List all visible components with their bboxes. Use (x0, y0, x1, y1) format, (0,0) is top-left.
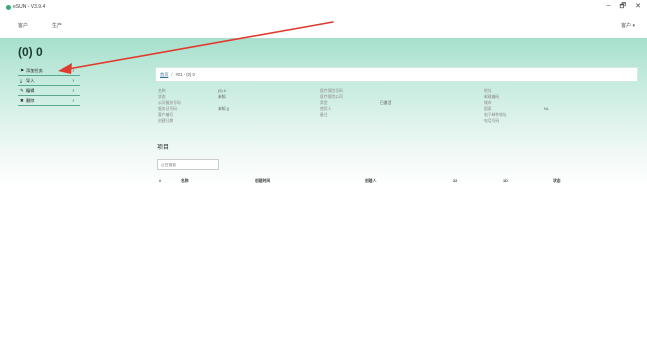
breadcrumb: 首页 / #21 - (0) 0 (155, 67, 638, 82)
detail-value: (0) 0 (218, 89, 226, 93)
chevron-right-icon: › (72, 77, 74, 84)
detail-value: 未知 (218, 95, 226, 99)
detail-label: 国家 (484, 107, 492, 111)
detail-value: 未知 () (218, 107, 230, 111)
app-title: eSUN - V3.9.4 (6, 4, 45, 10)
app-title-text: eSUN - V3.9.4 (13, 4, 46, 10)
window-titlebar: eSUN - V3.9.4 – 🗗 ✕ (0, 0, 647, 14)
column-header[interactable]: 创建时间 (255, 179, 270, 184)
detail-label: 地址 (484, 89, 492, 93)
customer-details: 名称 (0) 0 状态 未知 公司服务号码 服务证号码 未知 () 客户编号 创… (158, 89, 628, 139)
column-header[interactable]: 22 (453, 179, 457, 183)
detail-value: NL (544, 107, 549, 111)
menu-item-production[interactable]: 生产 (52, 22, 62, 29)
breadcrumb-home-link[interactable]: 首页 (160, 72, 168, 78)
projects-search-input[interactable] (157, 159, 219, 170)
detail-label: 客户编号 (158, 113, 174, 117)
detail-label: 城市 (484, 101, 492, 105)
chevron-right-icon: › (72, 67, 74, 74)
detail-value: 已激活 (380, 101, 392, 105)
minimize-icon[interactable]: – (607, 2, 611, 13)
detail-label: 备注 (320, 113, 328, 117)
menu-item-customers[interactable]: 客户 (18, 22, 28, 29)
sidebar-item-import[interactable]: ⤓ 导入 › (18, 76, 80, 86)
detail-label: 医疗保险公司 (320, 95, 343, 99)
detail-label: 类型 (320, 101, 328, 105)
sidebar-item-delete[interactable]: ✖ 删除 › (18, 96, 80, 106)
sidebar-item-add-task[interactable]: ⚑ 添加任务 › (18, 66, 80, 76)
column-header[interactable]: 状态 (553, 179, 561, 184)
detail-label: 创建日期 (158, 119, 174, 123)
detail-label: 医疗保险号码 (320, 89, 343, 93)
chevron-right-icon: › (72, 97, 74, 104)
sidebar-item-edit[interactable]: ✎ 编辑 › (18, 86, 80, 96)
sidebar-item-label: 编辑 (26, 87, 35, 93)
sidebar-item-label: 添加任务 (26, 67, 43, 73)
column-header[interactable]: 名称 (181, 179, 189, 184)
main-content: (0) 0 ⚑ 添加任务 › ⤓ 导入 › ✎ 编辑 › ✖ 删除 › 首页 /… (0, 38, 647, 358)
page-title: (0) 0 (18, 45, 43, 59)
detail-label: 电话号码 (484, 119, 500, 123)
column-header[interactable]: 创建人 (365, 179, 376, 184)
projects-table-header: # 名称 创建时间 创建人 22 1D 状态 (157, 179, 627, 187)
sidebar-item-label: 删除 (26, 97, 35, 103)
window-controls: – 🗗 ✕ (607, 2, 641, 13)
app-logo-icon (6, 4, 11, 10)
breadcrumb-current: #21 - (0) 0 (175, 72, 195, 77)
detail-label: 状态 (158, 95, 166, 99)
close-icon[interactable]: ✕ (635, 2, 641, 13)
account-dropdown[interactable]: 客户 ▾ (621, 22, 635, 29)
menu-bar: 客户 生产 客户 ▾ (0, 14, 647, 38)
sidebar-item-label: 导入 (26, 77, 35, 83)
detail-label: 公司服务号码 (158, 101, 181, 105)
action-sidebar: ⚑ 添加任务 › ⤓ 导入 › ✎ 编辑 › ✖ 删除 › (18, 66, 80, 106)
maximize-icon[interactable]: 🗗 (620, 2, 627, 13)
column-header[interactable]: # (159, 179, 161, 183)
column-header[interactable]: 1D (503, 179, 508, 183)
detail-label: 服务证号码 (158, 107, 177, 111)
detail-label: 邮政编码 (484, 95, 500, 99)
detail-label: 使用人 (320, 107, 332, 111)
detail-label: 名称 (158, 89, 166, 93)
chevron-right-icon: › (72, 87, 74, 94)
detail-label: 电子邮件地址 (484, 113, 507, 117)
breadcrumb-separator: / (171, 72, 173, 77)
projects-heading: 项目 (157, 145, 170, 151)
